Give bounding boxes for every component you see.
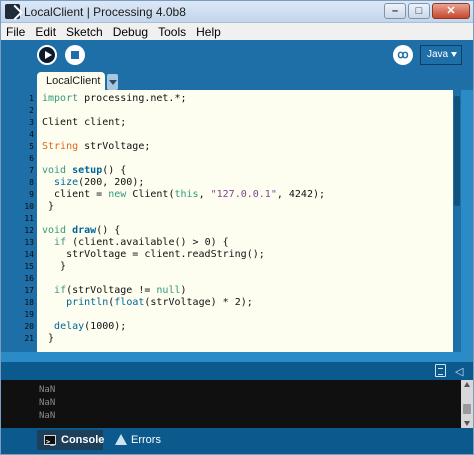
code-line: void setup() { [42, 165, 127, 176]
console-scrollbar[interactable] [461, 380, 473, 428]
code-line: } [42, 201, 55, 212]
menu-debug[interactable]: Debug [113, 25, 148, 39]
console-header: ◁ [1, 362, 473, 380]
scroll-down-icon[interactable] [464, 421, 470, 426]
line-number-gutter: 1 2 3 4 5 6 7 8 9 10 11 12 13 14 15 16 17 18 19 20 21 [1, 90, 37, 352]
tab-menu-button[interactable] [107, 74, 118, 90]
mode-selector[interactable]: Java [420, 45, 462, 65]
processing-window: LocalClient | Processing 4.0b8 – □ ✕ Fil… [0, 0, 474, 455]
window-controls: – □ ✕ [384, 3, 470, 19]
editor-scrollbar[interactable] [453, 90, 461, 352]
line-number: 18 [24, 298, 34, 307]
collapse-icon[interactable]: ◁ [455, 365, 463, 378]
processing-logo-icon [5, 4, 20, 19]
code-line: println(float(strVoltage) * 2); [66, 297, 253, 308]
line-number: 13 [24, 238, 34, 247]
console-output[interactable]: NaN NaN NaN [1, 380, 461, 428]
code-line: Client client; [42, 117, 127, 128]
code-line: strVoltage = client.readString(); [42, 249, 265, 260]
line-number: 7 [29, 166, 34, 175]
line-number: 1 [29, 94, 34, 103]
stop-button[interactable] [65, 45, 85, 65]
menu-sketch[interactable]: Sketch [66, 25, 103, 39]
line-number: 10 [24, 202, 34, 211]
line-number: 16 [24, 274, 34, 283]
run-button[interactable] [37, 45, 57, 65]
line-number: 11 [24, 214, 34, 223]
code-line: size(200, 200); [54, 177, 145, 188]
code-area[interactable]: import processing.net.*; Client client; … [37, 90, 453, 352]
window-title: LocalClient | Processing 4.0b8 [24, 5, 186, 19]
maximize-button[interactable]: □ [408, 3, 430, 19]
close-button[interactable]: ✕ [432, 3, 470, 19]
mode-label: Java [427, 49, 449, 60]
line-number: 20 [24, 322, 34, 331]
console-line: NaN [39, 398, 56, 408]
menu-help[interactable]: Help [196, 25, 221, 39]
line-number: 12 [24, 226, 34, 235]
line-number: 17 [24, 286, 34, 295]
line-number: 9 [29, 190, 34, 199]
terminal-icon [44, 432, 56, 452]
tab-errors-label: Errors [131, 434, 161, 446]
minimize-button[interactable]: – [384, 3, 406, 19]
line-number: 14 [24, 250, 34, 259]
menu-edit[interactable]: Edit [35, 25, 56, 39]
toolbar: ꝏ Java [1, 40, 473, 72]
code-line: } [42, 261, 67, 272]
maximize-icon: □ [415, 5, 423, 17]
console-scroll-thumb[interactable] [463, 404, 471, 414]
code-line: void draw() { [42, 225, 121, 236]
line-number: 3 [29, 118, 34, 127]
line-number: 5 [29, 142, 34, 151]
console-line: NaN [39, 411, 56, 421]
editor-scroll-thumb[interactable] [454, 96, 460, 206]
code-line: client = new Client(this, "127.0.0.1", 4… [42, 189, 326, 200]
tab-console-label: Console [61, 434, 105, 446]
console-line: NaN [39, 385, 56, 395]
code-line: if (client.available() > 0) { [54, 237, 229, 248]
sketch-tab-row: LocalClient [1, 72, 473, 90]
menu-tools[interactable]: Tools [158, 25, 186, 39]
line-number: 4 [29, 130, 34, 139]
line-number: 8 [29, 178, 34, 187]
bottom-tab-bar: Console Errors [1, 428, 473, 454]
line-number: 6 [29, 154, 34, 163]
message-area [1, 352, 473, 362]
code-editor[interactable]: 1 2 3 4 5 6 7 8 9 10 11 12 13 14 15 16 17 18 19 20 21 import… [1, 90, 461, 352]
close-icon: ✕ [446, 5, 456, 17]
minimize-icon: – [391, 5, 399, 17]
code-line: String strVoltage; [42, 141, 151, 152]
copy-icon[interactable] [435, 364, 446, 377]
code-line: if(strVoltage != null) [54, 285, 187, 296]
title-bar[interactable]: LocalClient | Processing 4.0b8 – □ ✕ [1, 1, 473, 23]
warning-icon [115, 434, 127, 445]
tab-console[interactable]: Console [37, 430, 105, 452]
code-line: import processing.net.*; [42, 93, 187, 104]
code-line: } [42, 333, 55, 344]
menu-bar: File Edit Sketch Debug Tools Help [1, 23, 473, 40]
line-number: 19 [24, 310, 34, 319]
debugger-icon[interactable]: ꝏ [393, 45, 413, 65]
tab-localclient[interactable]: LocalClient [37, 72, 105, 90]
menu-file[interactable]: File [6, 25, 25, 39]
scroll-up-icon[interactable] [464, 382, 470, 387]
line-number: 21 [24, 334, 34, 343]
tab-errors[interactable]: Errors [109, 430, 177, 450]
chevron-down-icon [451, 52, 457, 57]
code-line: delay(1000); [54, 321, 127, 332]
line-number: 2 [29, 106, 34, 115]
line-number: 15 [24, 262, 34, 271]
